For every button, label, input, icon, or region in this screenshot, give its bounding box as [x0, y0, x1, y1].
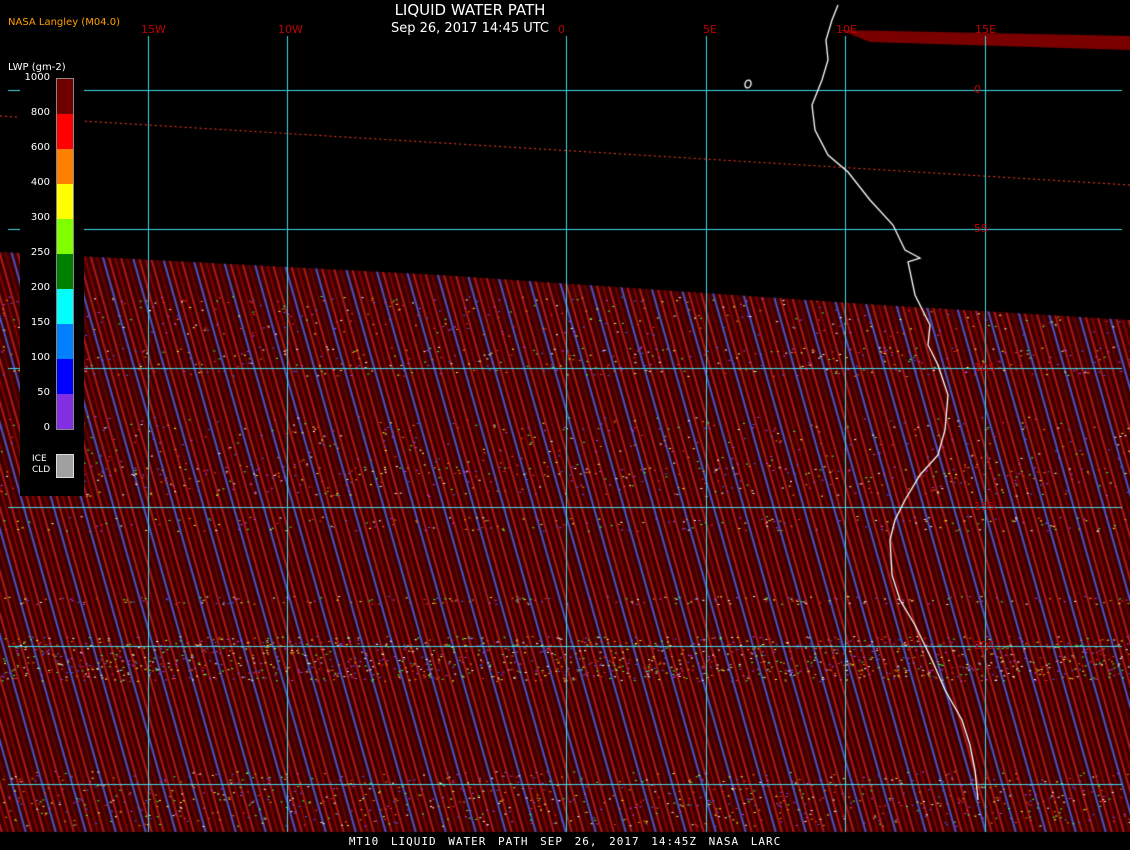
legend-tick: 600 — [30, 142, 50, 153]
legend-tick: 100 — [30, 352, 50, 363]
legend-tick: 800 — [30, 107, 50, 118]
legend-color-swatch — [57, 114, 73, 149]
lat-label-0: 0 — [974, 83, 981, 96]
legend-color-swatch — [57, 79, 73, 114]
map-title: LIQUID WATER PATH — [394, 1, 546, 19]
legend-tick: 200 — [30, 282, 50, 293]
lon-label-5e: 5E — [703, 23, 717, 36]
legend-color-bar — [56, 78, 74, 430]
lon-label-0: 0 — [558, 23, 565, 36]
legend-color-swatch — [57, 219, 73, 254]
lon-label-15e: 15E — [975, 23, 996, 36]
legend-tick: 150 — [30, 317, 50, 328]
legend-color-swatch — [57, 324, 73, 359]
lat-label-15s: 15S — [974, 500, 995, 513]
lat-label-20s: 20S — [974, 639, 995, 652]
footer-caption: MT10 LIQUID WATER PATH SEP 26, 2017 14:4… — [0, 833, 1130, 850]
lat-label-5s: 5S — [974, 222, 988, 235]
legend-color-swatch — [57, 149, 73, 184]
lat-label-10s: 10S — [974, 361, 995, 374]
legend-tick: 250 — [30, 247, 50, 258]
legend-tick: 50 — [37, 387, 50, 398]
ice-cloud-swatch — [56, 454, 74, 478]
legend-color-swatch — [57, 394, 73, 429]
legend-color-swatch — [57, 254, 73, 289]
legend-tick: 0 — [43, 422, 50, 433]
lon-label-10e: 10E — [836, 23, 857, 36]
lon-label-10w: 10W — [278, 23, 303, 36]
lon-label-15w: 15W — [141, 23, 166, 36]
legend-color-swatch — [57, 289, 73, 324]
legend-tick: 1000 — [24, 72, 50, 83]
color-legend: LWP (gm-2) 1000 800 600 400 300 250 200 … — [8, 60, 84, 496]
legend-color-swatch — [57, 184, 73, 219]
legend-tick: 300 — [30, 212, 50, 223]
legend-color-swatch — [57, 359, 73, 394]
lwp-map — [0, 0, 1130, 850]
ice-cloud-label: ICE CLD — [32, 454, 51, 475]
legend-tick: 400 — [30, 177, 50, 188]
